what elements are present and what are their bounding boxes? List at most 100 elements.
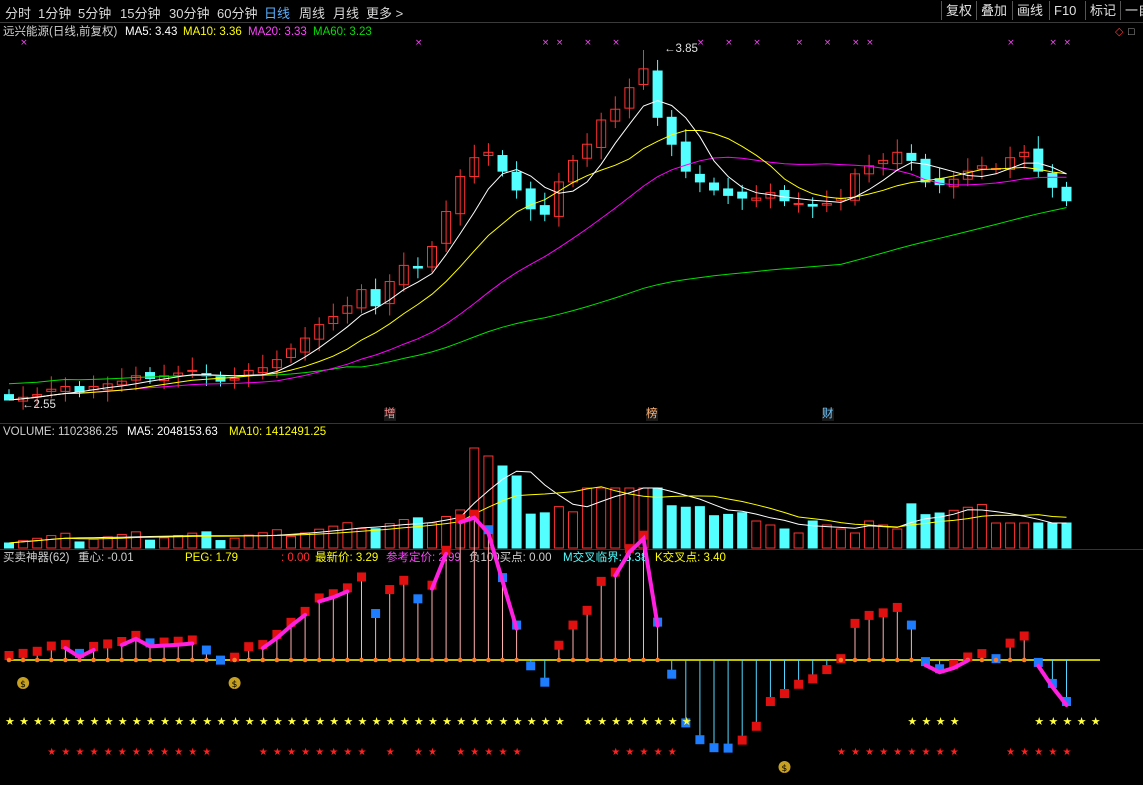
indicator-block <box>794 679 804 689</box>
indicator-dot <box>274 657 280 663</box>
candle-body <box>666 116 677 145</box>
yellow-star-icon: ★ <box>936 715 946 728</box>
yellow-star-icon: ★ <box>372 715 382 728</box>
red-star-icon: ★ <box>202 747 211 758</box>
yellow-star-icon: ★ <box>442 715 452 728</box>
volume-bar <box>88 538 99 549</box>
toolbar-button-0[interactable]: 复权 <box>941 1 976 20</box>
yellow-star-icon: ★ <box>118 715 128 728</box>
tab-period-2[interactable]: 5分钟 <box>78 3 111 22</box>
indicator-dot <box>34 657 40 663</box>
indicator-dot <box>147 657 153 663</box>
indicator-block <box>751 721 761 731</box>
signal-x-mark: × <box>796 38 804 48</box>
indicator-block <box>568 620 578 630</box>
red-star-icon: ★ <box>1006 747 1015 758</box>
yellow-star-icon: ★ <box>76 715 86 728</box>
indicator-dot <box>302 657 308 663</box>
tab-period-0[interactable]: 分时 <box>5 3 31 22</box>
red-star-icon: ★ <box>428 747 437 758</box>
yellow-star-icon: ★ <box>950 715 960 728</box>
indicator-dot <box>641 657 646 663</box>
red-star-icon: ★ <box>343 747 352 758</box>
tab-period-9[interactable]: 更多 > <box>366 3 403 22</box>
indicator-dot <box>909 657 914 663</box>
high-price-label: ←3.85 <box>664 43 698 55</box>
toolbar-button-2[interactable]: 画线 <box>1012 1 1047 20</box>
indicator-dot <box>895 657 900 663</box>
indicator-m-cross: M交叉临界: 3.38 <box>563 552 648 564</box>
indicator-dot <box>387 657 393 663</box>
volume-bar <box>328 525 339 549</box>
volume-bar <box>793 532 804 549</box>
tab-period-6[interactable]: 日线 <box>264 3 290 22</box>
volume-bar <box>666 505 677 549</box>
tab-period-4[interactable]: 30分钟 <box>169 3 209 22</box>
red-star-icon: ★ <box>188 747 197 758</box>
tab-period-8[interactable]: 月线 <box>333 3 359 22</box>
indicator-block <box>399 575 409 585</box>
indicator-block <box>667 669 677 679</box>
indicator-dot <box>105 657 110 663</box>
volume-bar <box>582 487 593 549</box>
signal-x-mark: × <box>542 38 550 48</box>
volume-bar <box>680 506 691 549</box>
marker-zeng[interactable]: 增 <box>384 408 396 421</box>
red-star-icon: ★ <box>301 747 310 758</box>
yellow-star-icon: ★ <box>287 715 297 728</box>
indicator-block <box>977 649 987 659</box>
indicator-dot <box>866 657 872 663</box>
yellow-star-icon: ★ <box>343 715 353 728</box>
ma20-line <box>8 156 1067 401</box>
indicator-block <box>850 618 860 628</box>
indicator-block <box>18 648 28 658</box>
signal-x-mark: × <box>612 38 620 48</box>
candle-body <box>4 394 14 401</box>
volume-label: VOLUME: 1102386.25 <box>3 426 118 438</box>
marker-bang[interactable]: 榜 <box>646 408 658 421</box>
signal-x-mark: × <box>1049 38 1057 48</box>
indicator-dot <box>260 657 266 663</box>
tab-period-3[interactable]: 15分钟 <box>120 3 160 22</box>
yellow-star-icon: ★ <box>47 715 57 728</box>
tab-period-1[interactable]: 1分钟 <box>38 3 71 22</box>
red-star-icon: ★ <box>386 747 395 758</box>
yellow-star-icon: ★ <box>541 715 551 728</box>
volume-bar <box>1019 522 1030 549</box>
indicator-panel-divider <box>0 549 1143 551</box>
volume-bar <box>906 503 917 549</box>
tab-period-7[interactable]: 周线 <box>299 3 325 22</box>
indicator-block <box>216 655 225 665</box>
toolbar-button-4[interactable]: 标记 <box>1085 1 1120 20</box>
volume-bar <box>1061 522 1072 549</box>
candle-body <box>525 188 536 210</box>
indicator-dot <box>613 657 618 663</box>
yellow-star-icon: ★ <box>19 715 29 728</box>
red-star-icon: ★ <box>950 747 959 758</box>
toolbar-button-5[interactable]: 一自 <box>1120 1 1143 20</box>
candle-body <box>215 376 226 382</box>
red-star-icon: ★ <box>851 747 860 758</box>
yellow-star-icon: ★ <box>414 715 424 728</box>
red-star-icon: ★ <box>132 747 141 758</box>
candle-body <box>906 152 917 161</box>
indicator-block <box>526 661 536 671</box>
volume-bar <box>398 519 409 549</box>
volume-ma10-label: MA10: 1412491.25 <box>229 426 327 438</box>
red-star-icon: ★ <box>837 747 846 758</box>
marker-cai[interactable]: 财 <box>822 408 834 421</box>
indicator-dot <box>838 657 844 663</box>
yellow-star-icon: ★ <box>174 715 184 728</box>
indicator-dot <box>373 657 378 663</box>
yellow-star-icon: ★ <box>358 715 368 728</box>
indicator-dot <box>204 657 209 663</box>
volume-bar <box>723 513 734 549</box>
indicator-block <box>1019 631 1029 641</box>
volume-bar <box>130 531 141 549</box>
yellow-star-icon: ★ <box>428 715 438 728</box>
volume-bar <box>370 528 381 549</box>
toolbar-button-3[interactable]: F10 <box>1049 1 1080 20</box>
toolbar-button-1[interactable]: 叠加 <box>976 1 1011 20</box>
candle-body <box>694 173 705 183</box>
tab-period-5[interactable]: 60分钟 <box>217 3 257 22</box>
